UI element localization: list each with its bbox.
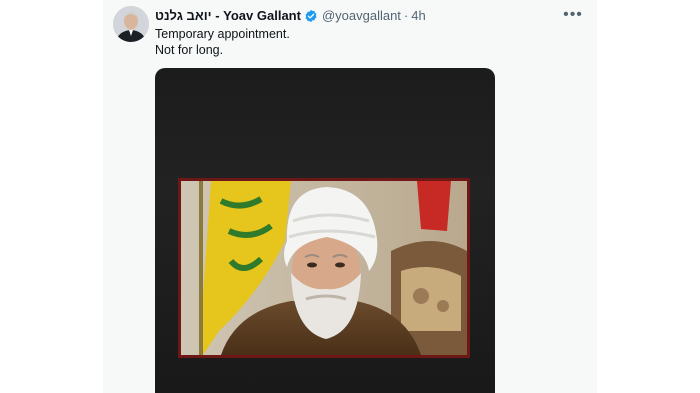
separator-dot: · (403, 8, 409, 23)
more-horizontal-icon: ••• (563, 6, 583, 23)
author-avatar[interactable] (113, 6, 149, 42)
tweet-text-line: Temporary appointment. (155, 27, 290, 41)
verified-badge-icon (304, 9, 318, 23)
tweet-text-line: Not for long. (155, 43, 224, 57)
portrait-photo-icon (181, 181, 467, 355)
author-display-name[interactable]: יואב גלנט - Yoav Gallant (155, 7, 301, 25)
media-photo-frame (178, 178, 470, 358)
tweet-timestamp[interactable]: 4h (411, 7, 425, 25)
tweet-card[interactable]: יואב גלנט - Yoav Gallant @yoavgallant · … (103, 0, 597, 393)
tweet-text: Temporary appointment. Not for long. (155, 26, 575, 58)
tweet-header: יואב גלנט - Yoav Gallant @yoavgallant · … (155, 7, 426, 25)
avatar-photo-icon (113, 6, 149, 42)
tweet-media[interactable] (155, 68, 495, 393)
more-options-button[interactable]: ••• (562, 6, 584, 24)
author-handle[interactable]: @yoavgallant (322, 7, 401, 25)
